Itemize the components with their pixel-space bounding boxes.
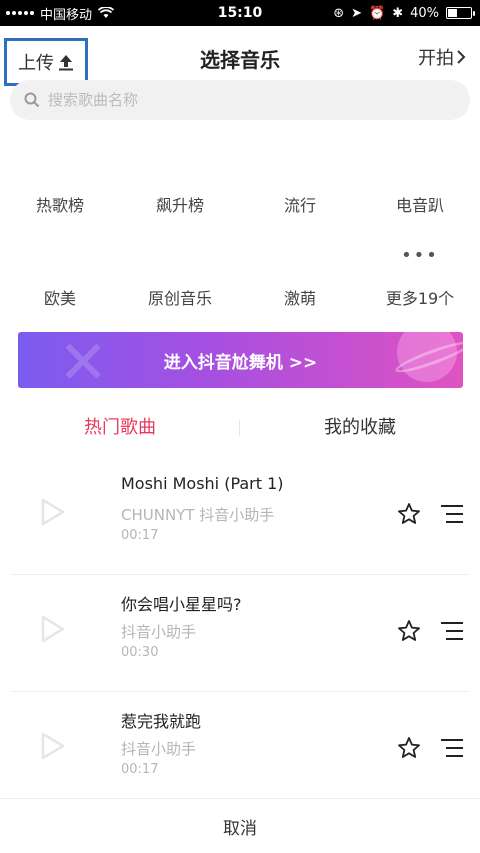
play-icon[interactable] [40,732,66,760]
banner-decoration: ✕ [58,332,109,388]
song-duration: 00:17 [121,528,159,543]
song-title: 惹完我就跑 [121,712,202,731]
more-dots-icon: ••• [401,245,439,266]
bottom-bar: 取消 [0,798,480,853]
song-title: Moshi Moshi (Part 1) [121,474,284,493]
category-western[interactable]: 欧美 [0,285,120,309]
song-artist: 抖音小助手 [121,623,197,641]
category-cute[interactable]: 激萌 [240,285,360,309]
search-bar[interactable] [10,80,470,120]
tab-my-favorites[interactable]: 我的收藏 [240,408,480,448]
category-hot-chart[interactable]: 热歌榜 [0,192,120,216]
start-shooting-button[interactable]: 开拍 [418,44,466,70]
category-row-1: 热歌榜 飙升榜 流行 电音趴 [0,192,480,216]
list-menu-icon[interactable] [440,621,464,641]
banner-label: 进入抖音尬舞机 >> [163,352,318,373]
battery-percent: 40% [410,5,439,21]
dance-machine-banner[interactable]: ✕ 进入抖音尬舞机 >> [18,332,463,388]
tab-bar: 热门歌曲 我的收藏 [0,408,480,448]
header: 上传 选择音乐 开拍 [0,26,480,88]
upload-button[interactable]: 上传 [4,38,88,86]
alarm-icon: ⏰ [369,5,386,21]
category-more-label: 更多19个 [385,289,455,308]
start-label: 开拍 [418,48,454,69]
orientation-lock-icon: ⊛ [333,5,345,21]
song-title: 你会唱小星星吗? [121,595,242,614]
song-row[interactable]: Moshi Moshi (Part 1) CHUNNYT 抖音小助手 00:17 [10,458,470,575]
cancel-button[interactable]: 取消 [223,814,257,839]
upload-icon [59,55,73,71]
category-pop[interactable]: 流行 [240,192,360,216]
song-artist: 抖音小助手 [121,740,197,758]
song-list: Moshi Moshi (Part 1) CHUNNYT 抖音小助手 00:17… [0,458,480,809]
star-icon[interactable] [397,619,421,643]
upload-label: 上传 [18,53,54,74]
category-more[interactable]: ••• 更多19个 [360,245,480,309]
song-row[interactable]: 你会唱小星星吗? 抖音小助手 00:30 [10,575,470,692]
list-menu-icon[interactable] [440,738,464,758]
search-input[interactable] [48,91,428,109]
song-duration: 00:30 [121,645,159,660]
play-icon[interactable] [40,498,66,526]
tab-divider [239,420,240,436]
song-duration: 00:17 [121,762,159,777]
star-icon[interactable] [397,736,421,760]
category-electronic[interactable]: 电音趴 [360,192,480,216]
bluetooth-icon: ✱ [392,5,404,21]
category-row-2: 欧美 原创音乐 激萌 ••• 更多19个 [0,245,480,309]
play-icon[interactable] [40,615,66,643]
category-original[interactable]: 原创音乐 [120,285,240,309]
location-icon: ➤ [351,5,362,21]
search-icon [24,92,40,108]
song-row[interactable]: 惹完我就跑 抖音小助手 00:17 [10,692,470,809]
list-menu-icon[interactable] [440,504,464,524]
song-artist: CHUNNYT 抖音小助手 [121,506,275,524]
star-icon[interactable] [397,502,421,526]
status-right: ⊛ ➤ ⏰ ✱ 40% [333,0,475,26]
category-rising-chart[interactable]: 飙升榜 [120,192,240,216]
tab-hot-songs[interactable]: 热门歌曲 [0,408,240,448]
battery-icon [446,7,475,19]
chevron-right-icon [457,50,466,64]
status-bar: 中国移动 15:10 ⊛ ➤ ⏰ ✱ 40% [0,0,480,26]
